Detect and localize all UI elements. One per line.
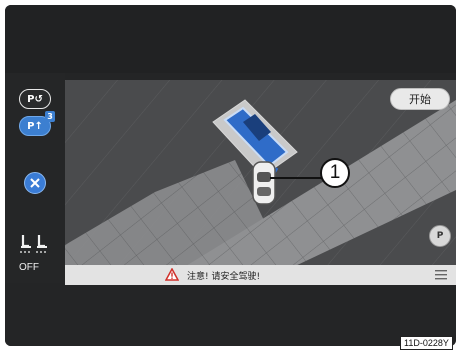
callout-marker: 1 bbox=[320, 158, 350, 188]
park-assist-button[interactable]: P bbox=[429, 225, 451, 247]
close-icon bbox=[30, 178, 40, 188]
warning-bar: 注意! 请安全驾驶! bbox=[65, 265, 456, 285]
parking-camera-view: 开始 1 P bbox=[65, 80, 456, 285]
start-button-label: 开始 bbox=[409, 93, 431, 106]
warning-text: 注意! 请安全驾驶! bbox=[187, 272, 261, 282]
current-car-icon bbox=[252, 161, 276, 205]
park-assist-label: P bbox=[436, 231, 444, 241]
seat-heating-icon[interactable] bbox=[17, 233, 53, 255]
menu-icon[interactable] bbox=[435, 269, 447, 280]
seat-heating-status: OFF bbox=[19, 262, 39, 273]
display-screen: P↺ P↑ 3 OFF 开始 1 P 注意! 请安全驾驶! bbox=[5, 5, 456, 346]
parking-scene bbox=[65, 80, 456, 285]
park-out-label: P↺ bbox=[27, 93, 43, 105]
park-mode-label: P↑ bbox=[27, 120, 43, 132]
start-button[interactable]: 开始 bbox=[390, 88, 450, 110]
bottom-bar bbox=[5, 285, 456, 346]
figure-label: 11D-0228Y bbox=[400, 336, 453, 350]
warning-triangle-icon bbox=[165, 268, 179, 281]
cancel-button[interactable] bbox=[24, 172, 46, 194]
park-mode-badge: 3 bbox=[45, 111, 55, 122]
top-bar bbox=[5, 5, 456, 73]
park-out-button[interactable]: P↺ bbox=[19, 89, 51, 109]
